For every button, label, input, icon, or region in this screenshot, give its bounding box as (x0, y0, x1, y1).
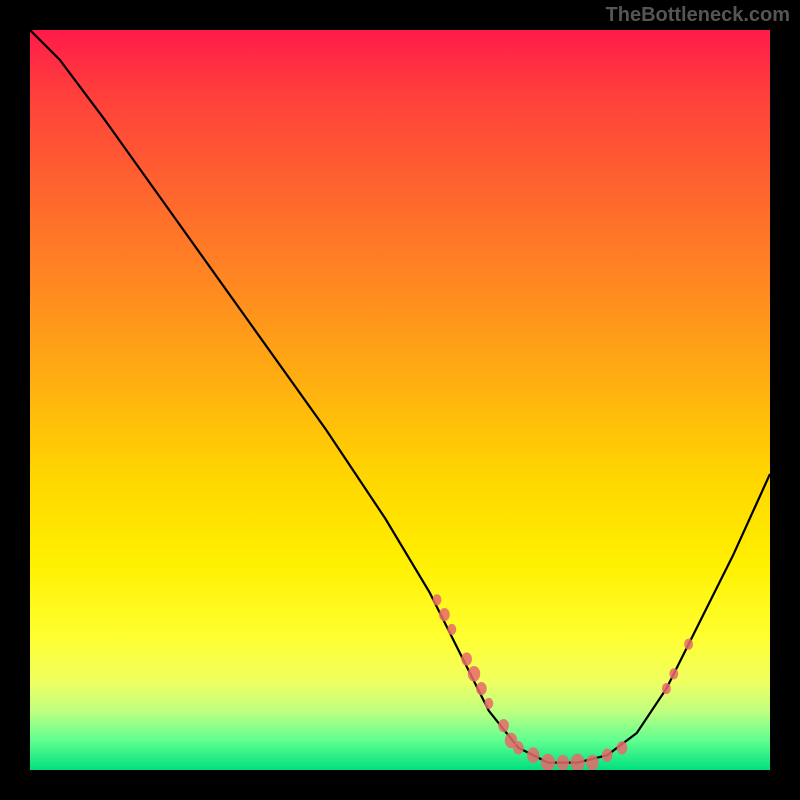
data-marker (484, 698, 493, 709)
data-marker (684, 639, 693, 650)
data-marker (498, 719, 509, 732)
chart-plot-area (30, 30, 770, 770)
data-marker (586, 755, 598, 770)
data-marker (433, 594, 442, 605)
data-markers-group (433, 594, 693, 770)
data-marker (617, 741, 628, 754)
data-marker (541, 754, 555, 770)
data-marker (557, 755, 569, 770)
data-marker (447, 624, 456, 635)
data-marker (468, 666, 480, 682)
watermark-text: TheBottleneck.com (606, 4, 790, 27)
data-marker (461, 652, 472, 665)
data-marker (602, 749, 613, 762)
data-marker (570, 754, 584, 770)
data-marker (662, 683, 671, 694)
data-marker (527, 747, 539, 763)
data-marker (476, 682, 487, 695)
bottleneck-curve (30, 30, 770, 763)
data-marker (669, 668, 678, 679)
data-marker (513, 741, 524, 754)
chart-svg (30, 30, 770, 770)
data-marker (439, 608, 450, 621)
